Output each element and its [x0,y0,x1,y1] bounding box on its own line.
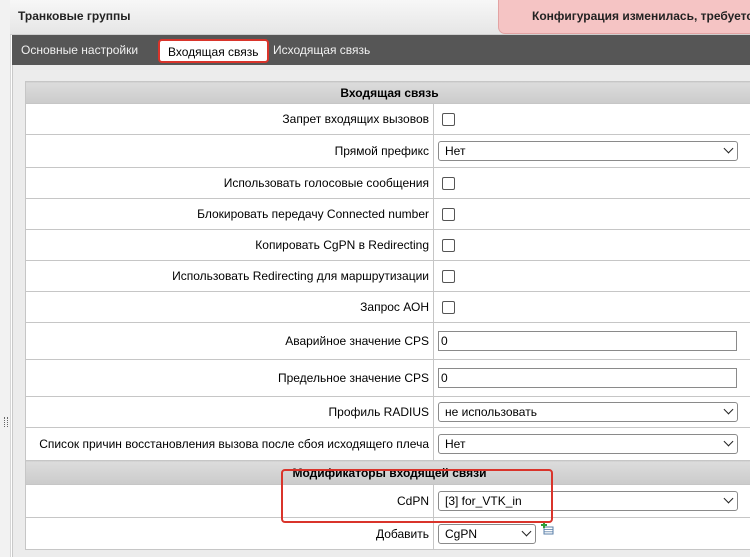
chevron-down-icon [521,526,532,536]
section-header-incoming: Входящая связь [24,81,750,104]
section-header-modifiers: Модификаторы входящей связи [24,460,750,485]
section-title: Модификаторы входящей связи [24,460,750,485]
select-value: [3] for_VTK_in [445,494,522,508]
direct-prefix-select[interactable]: Нет [438,141,738,161]
row-label: Профиль RADIUS [25,396,434,428]
row-block-connected-number: Блокировать передачу Connected number [25,198,750,230]
row-label: Список причин восстановления вызова посл… [25,427,434,461]
tab-incoming[interactable]: Входящая связь [158,39,269,63]
chevron-down-icon [723,404,734,415]
recovery-causes-select[interactable]: Нет [438,434,738,454]
tab-bar: Основные настройки Входящая связь Исходя… [12,35,750,65]
config-changed-notification[interactable]: Конфигурация изменилась, требуется [498,0,750,34]
select-value: Нет [445,437,466,451]
redirecting-routing-checkbox[interactable] [442,270,455,284]
row-label: Использовать Redirecting для маршрутизац… [25,260,434,292]
row-add-modifier: Добавить CgPN [25,517,750,550]
row-recovery-causes: Список причин восстановления вызова посл… [25,427,750,461]
row-direct-prefix: Прямой префикс Нет [25,134,750,168]
page-title: Транковые группы [18,9,131,23]
section-title: Входящая связь [24,81,750,104]
row-emergency-cps: Аварийное значение CPS 0 [25,322,750,360]
row-redirecting-routing: Использовать Redirecting для маршрутизац… [25,260,750,292]
row-aon-request: Запрос АОН [25,291,750,323]
row-label: CdPN [25,484,434,518]
limit-cps-input[interactable]: 0 [438,368,737,388]
radius-profile-select[interactable]: не использовать [438,402,738,422]
select-value: не использовать [445,405,537,419]
row-label: Блокировать передачу Connected number [25,198,434,230]
row-block-incoming: Запрет входящих вызовов [25,103,750,135]
left-gutter [0,0,11,557]
chevron-down-icon [723,493,734,504]
resize-handle-icon[interactable] [4,417,8,427]
block-incoming-checkbox[interactable] [442,113,455,127]
add-row-icon[interactable] [540,521,554,535]
row-limit-cps: Предельное значение CPS 0 [25,359,750,397]
chevron-down-icon [723,143,734,154]
row-label: Запрос АОН [25,291,434,323]
row-label: Копировать CgPN в Redirecting [25,229,434,261]
chevron-down-icon [723,436,734,447]
row-voice-messages: Использовать голосовые сообщения [25,167,750,199]
select-value: Нет [445,144,466,158]
copy-cgpn-checkbox[interactable] [442,239,455,253]
row-copy-cgpn: Копировать CgPN в Redirecting [25,229,750,261]
add-modifier-select[interactable]: CgPN [438,523,536,544]
row-label: Аварийное значение CPS [25,322,434,360]
emergency-cps-input[interactable]: 0 [438,331,737,351]
tab-basic-settings[interactable]: Основные настройки [13,35,146,65]
tab-outgoing[interactable]: Исходящая связь [265,35,378,65]
select-value: CgPN [445,526,478,541]
incoming-settings-table: Входящая связь Запрет входящих вызовов П… [24,81,750,550]
voice-messages-checkbox[interactable] [442,177,455,191]
row-label: Предельное значение CPS [25,359,434,397]
tab-content: Входящая связь Запрет входящих вызовов П… [12,65,750,557]
aon-request-checkbox[interactable] [442,301,455,315]
row-label: Запрет входящих вызовов [25,103,434,135]
row-label: Прямой префикс [25,134,434,168]
notification-text: Конфигурация изменилась, требуется [532,9,750,23]
cdpn-modifier-select[interactable]: [3] for_VTK_in [438,491,738,511]
block-connected-number-checkbox[interactable] [442,208,455,222]
row-cdpn: CdPN [3] for_VTK_in [25,484,750,518]
row-radius-profile: Профиль RADIUS не использовать [25,396,750,428]
row-label: Добавить [25,517,434,550]
row-label: Использовать голосовые сообщения [25,167,434,199]
